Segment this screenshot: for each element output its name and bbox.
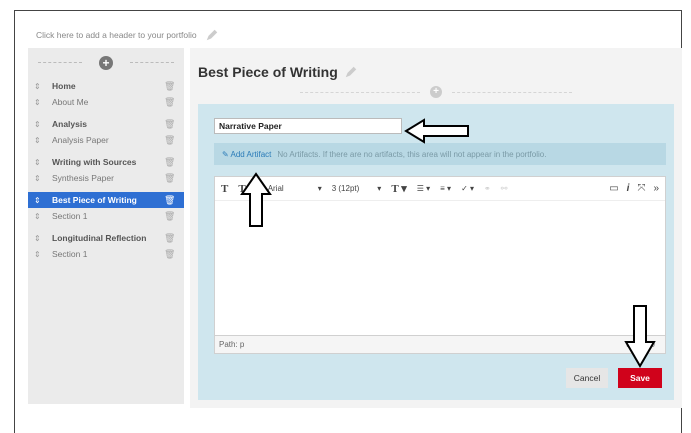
editor-status-bar: Path: p Words:0 (214, 336, 666, 354)
sidebar-item-label: Writing with Sources (52, 157, 137, 167)
trash-icon[interactable]: 🗑 (164, 173, 175, 184)
trash-icon[interactable]: 🗑 (164, 211, 175, 222)
drag-handle-icon[interactable]: ⇕ (34, 120, 42, 129)
sidebar-item-label: Synthesis Paper (52, 173, 114, 183)
trash-icon[interactable]: 🗑 (164, 157, 175, 168)
sidebar: + ⇕ Home 🗑 ⇕ About Me 🗑 ⇕ Analysis 🗑 ⇕ Analysis… (28, 48, 184, 404)
arrow-left-annotation-icon (404, 118, 469, 144)
rich-text-editor[interactable]: T T Arial ▾ 3 (12pt) ▾ T ▾ ☰ ▾ ≡ ▾ ✓ ▾ ⚭ ⚯… (214, 176, 666, 336)
drag-handle-icon[interactable]: ⇕ (34, 98, 42, 107)
trash-icon[interactable]: 🗑 (164, 233, 175, 244)
font-family-select[interactable]: Arial ▾ (268, 184, 322, 193)
add-page-icon[interactable]: + (99, 56, 113, 70)
trash-icon[interactable]: 🗑 (164, 97, 175, 108)
sidebar-item-label: Analysis Paper (52, 135, 109, 145)
save-button[interactable]: Save (618, 368, 662, 388)
link-icon[interactable]: ⚭ (484, 184, 491, 193)
sidebar-item-label: Analysis (52, 119, 87, 129)
trash-icon[interactable]: 🗑 (164, 81, 175, 92)
numbered-list-icon[interactable]: ≡ ▾ (440, 184, 451, 193)
chevron-down-icon: ▾ (317, 184, 322, 193)
fullscreen-icon[interactable]: ⤧ (637, 183, 645, 194)
trash-icon[interactable]: 🗑 (164, 195, 175, 206)
sidebar-item-home[interactable]: ⇕ Home 🗑 (28, 78, 184, 94)
section-title-input[interactable] (214, 118, 402, 134)
sidebar-item-synthesis-paper[interactable]: ⇕ Synthesis Paper 🗑 (28, 170, 184, 186)
drag-handle-icon[interactable]: ⇕ (34, 196, 42, 205)
sidebar-item-label: Home (52, 81, 76, 91)
sidebar-nav: ⇕ Home 🗑 ⇕ About Me 🗑 ⇕ Analysis 🗑 ⇕ Analysis P… (28, 78, 184, 262)
divider (38, 62, 82, 64)
font-size-value: 3 (12pt) (331, 184, 360, 193)
sidebar-item-analysis-paper[interactable]: ⇕ Analysis Paper 🗑 (28, 132, 184, 148)
path-label: Path: p (219, 340, 245, 349)
cancel-button[interactable]: Cancel (566, 368, 608, 388)
pencil-icon[interactable] (344, 65, 358, 79)
artifact-bar: ✎ Add Artifact No Artifacts. If there ar… (214, 143, 666, 165)
toolbar-right: ▭ i ⤧ » (609, 183, 665, 194)
drag-handle-icon[interactable]: ⇕ (34, 158, 42, 167)
spellcheck-icon[interactable]: ✓ ▾ (461, 184, 474, 193)
drag-handle-icon[interactable]: ⇕ (34, 212, 42, 221)
divider (130, 62, 174, 64)
sidebar-item-label: About Me (52, 97, 89, 107)
arrow-down-annotation-icon (624, 305, 656, 368)
trash-icon[interactable]: 🗑 (164, 135, 175, 146)
sidebar-item-label: Section 1 (52, 211, 88, 221)
divider (452, 92, 572, 93)
main-content: Best Piece of Writing + ✎ Add Artifact N… (190, 48, 682, 408)
expand-toolbar-icon[interactable]: » (653, 183, 659, 194)
drag-handle-icon[interactable]: ⇕ (34, 250, 42, 259)
add-section-icon[interactable]: + (430, 86, 442, 98)
sidebar-item-longitudinal-reflection[interactable]: ⇕ Longitudinal Reflection 🗑 (28, 230, 184, 246)
editor-toolbar: T T Arial ▾ 3 (12pt) ▾ T ▾ ☰ ▾ ≡ ▾ ✓ ▾ ⚭ ⚯… (215, 177, 665, 201)
sidebar-item-analysis[interactable]: ⇕ Analysis 🗑 (28, 116, 184, 132)
sidebar-item-label: Section 1 (52, 249, 88, 259)
sidebar-item-section-1-b[interactable]: ⇕ Section 1 🗑 (28, 246, 184, 262)
divider (300, 92, 420, 93)
section-editor-panel: ✎ Add Artifact No Artifacts. If there ar… (198, 104, 674, 400)
sidebar-item-best-piece-of-writing[interactable]: ⇕ Best Piece of Writing 🗑 (28, 192, 184, 208)
sidebar-item-label: Longitudinal Reflection (52, 233, 147, 243)
sidebar-item-writing-with-sources[interactable]: ⇕ Writing with Sources 🗑 (28, 154, 184, 170)
info-icon[interactable]: i (627, 183, 630, 194)
artifact-message: No Artifacts. If there are no artifacts,… (277, 149, 547, 159)
add-artifact-link[interactable]: ✎ Add Artifact (222, 150, 271, 159)
preview-icon[interactable]: ▭ (609, 183, 618, 194)
header-hint-text: Click here to add a header to your portf… (36, 30, 197, 40)
page-title[interactable]: Best Piece of Writing (198, 64, 338, 80)
trash-icon[interactable]: 🗑 (164, 249, 175, 260)
drag-handle-icon[interactable]: ⇕ (34, 234, 42, 243)
arrow-up-annotation-icon (240, 172, 272, 227)
sidebar-item-section-1[interactable]: ⇕ Section 1 🗑 (28, 208, 184, 224)
drag-handle-icon[interactable]: ⇕ (34, 174, 42, 183)
trash-icon[interactable]: 🗑 (164, 119, 175, 130)
add-artifact-label: Add Artifact (230, 149, 272, 159)
sidebar-item-about-me[interactable]: ⇕ About Me 🗑 (28, 94, 184, 110)
page-title-row: Best Piece of Writing (198, 64, 358, 80)
drag-handle-icon[interactable]: ⇕ (34, 136, 42, 145)
text-style-icon[interactable]: T (221, 183, 228, 195)
sidebar-item-label: Best Piece of Writing (52, 195, 137, 205)
unlink-icon[interactable]: ⚯ (501, 184, 508, 193)
chevron-down-icon: ▾ (377, 184, 382, 193)
header-hint[interactable]: Click here to add a header to your portf… (36, 28, 219, 42)
pencil-icon[interactable] (205, 28, 219, 42)
font-size-select[interactable]: 3 (12pt) ▾ (332, 184, 382, 193)
sidebar-top: + (28, 48, 184, 78)
bullet-list-icon[interactable]: ☰ ▾ (417, 184, 430, 193)
text-color-icon[interactable]: T ▾ (391, 182, 406, 195)
drag-handle-icon[interactable]: ⇕ (34, 82, 42, 91)
